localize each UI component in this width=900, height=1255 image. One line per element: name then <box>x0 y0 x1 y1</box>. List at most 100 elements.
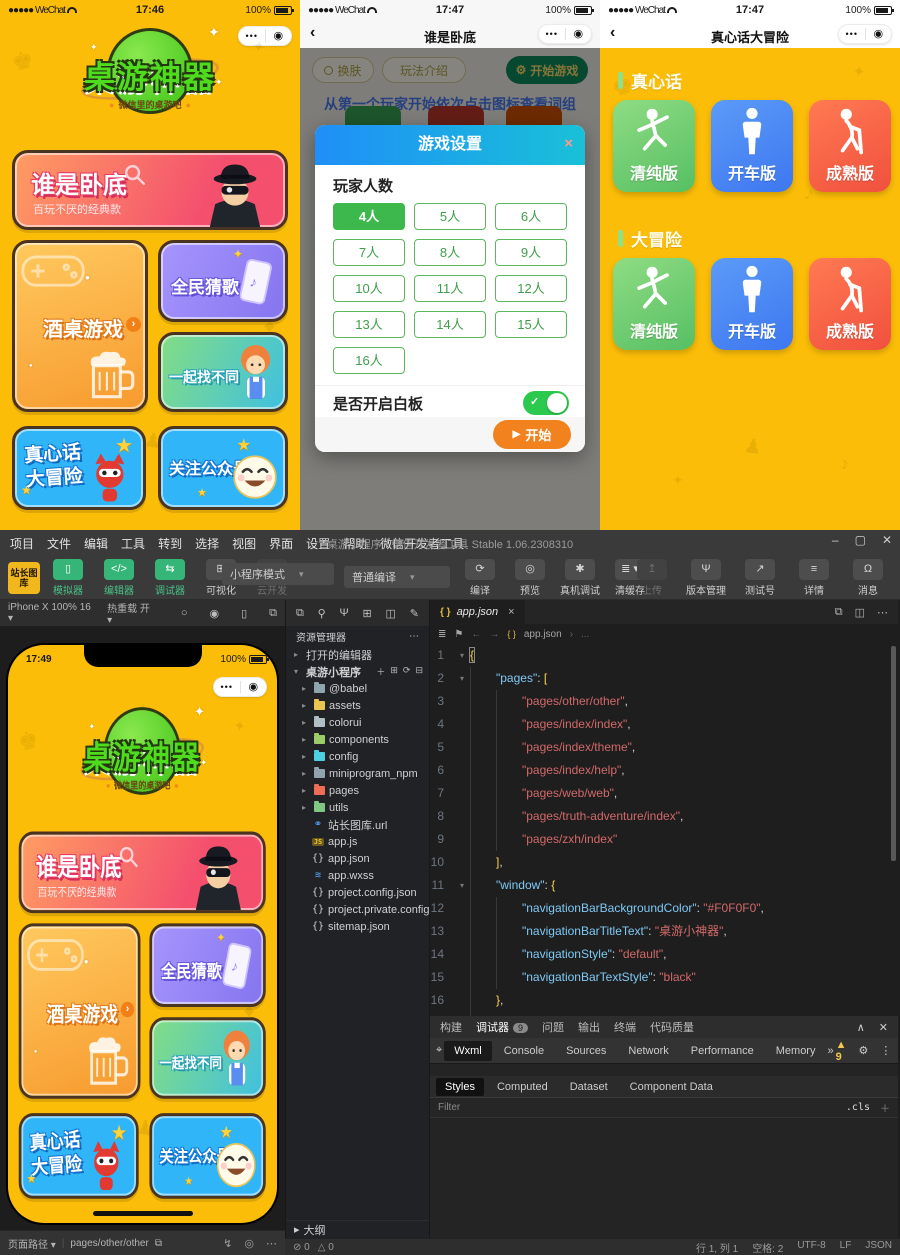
file-project.private.config.js...[interactable]: {}project.private.config.js... <box>286 901 429 918</box>
tree-action-icon[interactable]: ＋ <box>376 665 385 678</box>
card-drinking-games[interactable]: 酒桌游戏 › ● ● <box>12 240 148 412</box>
player-count-option[interactable]: 11人 <box>414 275 486 302</box>
panel-tab-输出[interactable]: 输出 <box>578 1019 600 1035</box>
panel-icon[interactable]: ⧉ <box>296 607 304 620</box>
file-app.json[interactable]: {}app.json <box>286 850 429 867</box>
nav-forward-icon[interactable]: → <box>489 629 499 640</box>
player-count-option[interactable]: 9人 <box>495 239 567 266</box>
status-item[interactable]: LF <box>840 1240 852 1255</box>
hot-reload-toggle[interactable]: 热重载 开 ▾ <box>107 600 157 626</box>
menu-item-设置[interactable]: 设置 <box>306 535 330 552</box>
player-count-option[interactable]: 6人 <box>495 203 567 230</box>
simulator-icon[interactable]: ⧉ <box>269 607 277 620</box>
nav-back-icon[interactable]: ← <box>471 629 481 640</box>
settings-gear-icon[interactable]: ⚙ <box>859 1044 869 1057</box>
bookmark-icon[interactable]: ⚑ <box>454 629 463 640</box>
file-app.js[interactable]: JSapp.js <box>286 833 429 850</box>
project-root-row[interactable]: ▾桌游小程序 ＋⊞⟳⊟ <box>286 663 429 680</box>
panel-icon[interactable]: ⚲ <box>318 607 326 620</box>
fold-icon[interactable]: ▾ <box>454 874 470 897</box>
folder-assets[interactable]: ▸assets <box>286 697 429 714</box>
player-count-option[interactable]: 8人 <box>414 239 486 266</box>
collapse-panel-icon[interactable]: ∧ <box>857 1021 865 1034</box>
more-icon[interactable]: ••• <box>839 25 865 43</box>
status-item[interactable]: UTF-8 <box>797 1240 825 1255</box>
kebab-menu-icon[interactable]: ⋮ <box>880 1044 891 1057</box>
view-button-模拟器[interactable]: ▯模拟器 <box>46 559 90 597</box>
menu-item-帮助[interactable]: 帮助 <box>343 535 367 552</box>
device-select[interactable]: iPhone X 100% 16 ▾ <box>8 602 97 624</box>
menu-item-微信开发者工具[interactable]: 微信开发者工具 <box>380 535 464 552</box>
whiteboard-toggle[interactable]: ✓ <box>523 391 569 415</box>
close-circle-icon[interactable]: ◉ <box>241 678 267 696</box>
folder-@babel[interactable]: ▸@babel <box>286 680 429 697</box>
code-editor[interactable]: 1▾{2▾"pages": [3"pages/other/other",4"pa… <box>430 644 898 1016</box>
close-icon[interactable]: × <box>564 135 573 152</box>
folder-pages[interactable]: ▸pages <box>286 782 429 799</box>
panel-tab-构建[interactable]: 构建 <box>440 1019 462 1035</box>
card-who-is-undercover[interactable]: 谁是卧底 百玩不厌的经典款 <box>12 150 288 230</box>
minimize-button[interactable]: – <box>832 533 839 547</box>
menu-item-项目[interactable]: 项目 <box>10 535 34 552</box>
copy-icon[interactable]: ⧉ <box>155 1238 162 1249</box>
style-tab-Dataset[interactable]: Dataset <box>561 1078 617 1096</box>
player-count-option[interactable]: 13人 <box>333 311 405 338</box>
player-count-option[interactable]: 16人 <box>333 347 405 374</box>
card-guess-the-song[interactable]: 全民猜歌 ♪ ✦ <box>158 240 288 322</box>
variant-card-成熟版[interactable]: 成熟版 <box>809 100 891 192</box>
project-button-版本管理[interactable]: Ψ版本管理 <box>684 559 728 597</box>
simulator-icon[interactable]: ▯ <box>241 607 247 620</box>
devtools-tab-Wxml[interactable]: Wxml <box>444 1041 492 1061</box>
player-count-option[interactable]: 10人 <box>333 275 405 302</box>
style-tab-Styles[interactable]: Styles <box>436 1078 484 1096</box>
menu-item-编辑[interactable]: 编辑 <box>84 535 108 552</box>
more-icon[interactable]: ⋯ <box>409 631 419 642</box>
card-follow-official-account[interactable]: 关注公众号 ★ ★ <box>158 426 288 510</box>
player-count-option[interactable]: 5人 <box>414 203 486 230</box>
tab-app-json[interactable]: { } app.json × <box>430 600 525 624</box>
path-bar-icon[interactable]: ◎ <box>244 1237 254 1250</box>
project-button-测试号[interactable]: ↗测试号 <box>738 559 782 597</box>
status-item[interactable]: JSON <box>865 1240 892 1255</box>
mode-select[interactable]: 小程序模式▾ <box>222 563 334 585</box>
player-count-option[interactable]: 12人 <box>495 275 567 302</box>
panel-icon[interactable]: ⊞ <box>363 607 372 620</box>
devtools-tab-Sources[interactable]: Sources <box>556 1041 616 1061</box>
file-app.wxss[interactable]: ≋app.wxss <box>286 867 429 884</box>
outline-icon[interactable]: ≣ <box>438 629 446 640</box>
menu-item-工具[interactable]: 工具 <box>121 535 145 552</box>
folder-utils[interactable]: ▸utils <box>286 799 429 816</box>
panel-tab-终端[interactable]: 终端 <box>614 1019 636 1035</box>
breadcrumb-file[interactable]: app.json <box>524 629 562 640</box>
more-icon[interactable]: ••• <box>539 25 565 43</box>
fold-icon[interactable]: ▾ <box>454 644 470 667</box>
card-truth-or-dare[interactable]: 真心话大冒险 ★ ★ <box>12 426 146 510</box>
compile-mode-select[interactable]: 普通编译▾ <box>344 566 450 588</box>
menu-item-视图[interactable]: 视图 <box>232 535 256 552</box>
menu-item-选择[interactable]: 选择 <box>195 535 219 552</box>
fold-icon[interactable]: ▾ <box>454 667 470 690</box>
card-spot-the-difference[interactable]: 一起找不同 <box>158 332 288 412</box>
menu-item-转到[interactable]: 转到 <box>158 535 182 552</box>
style-tab-Component-Data[interactable]: Component Data <box>621 1078 722 1096</box>
folder-components[interactable]: ▸components <box>286 731 429 748</box>
close-circle-icon[interactable]: ◉ <box>566 25 592 43</box>
close-circle-icon[interactable]: ◉ <box>866 25 892 43</box>
file-站长图库.url[interactable]: ⚭站长图库.url <box>286 816 429 833</box>
card-who-is-undercover[interactable]: 谁是卧底 百玩不厌的经典款 <box>19 832 266 914</box>
tree-action-icon[interactable]: ⟳ <box>403 665 411 678</box>
path-bar-icon[interactable]: ⋯ <box>266 1237 277 1250</box>
wechat-capsule[interactable]: •••◉ <box>838 24 892 44</box>
tree-action-icon[interactable]: ⊟ <box>415 665 423 678</box>
project-button-消息[interactable]: Ω消息 <box>846 559 890 597</box>
menu-item-界面[interactable]: 界面 <box>269 535 293 552</box>
card-truth-or-dare[interactable]: 真心话大冒险 ★ ★ <box>19 1113 139 1199</box>
simulator-icon[interactable]: ○ <box>181 607 188 620</box>
status-item[interactable]: 行 1, 列 1 <box>696 1240 738 1255</box>
open-editors-row[interactable]: ▸打开的编辑器 <box>286 646 429 663</box>
panel-icon[interactable]: ✎ <box>410 607 419 620</box>
card-guess-the-song[interactable]: 全民猜歌 ♪ ✦ <box>149 923 265 1007</box>
close-button[interactable]: ✕ <box>882 533 892 547</box>
variant-card-开车版[interactable]: 开车版 <box>711 258 793 350</box>
maximize-button[interactable]: ▢ <box>855 533 866 547</box>
